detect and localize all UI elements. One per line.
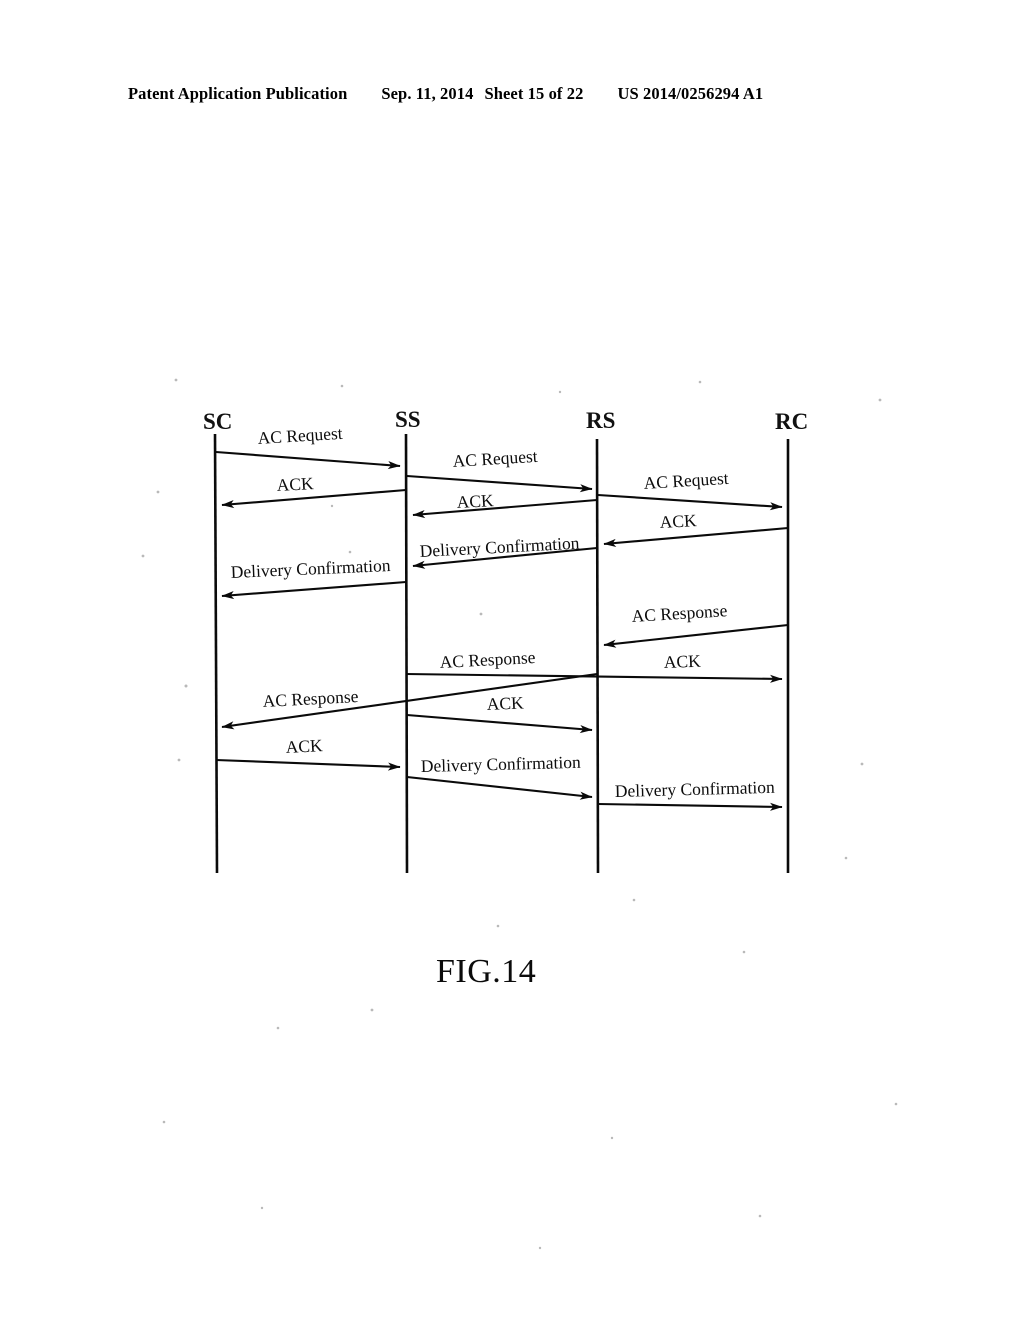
- message-label-10: AC Response: [439, 647, 536, 672]
- message-label-7: ACK: [659, 510, 697, 532]
- message-arrow-15: [597, 802, 783, 811]
- lifeline-label-rs: RS: [586, 408, 615, 433]
- message-arrow-14: [406, 775, 593, 800]
- lifeline-label-sc: SC: [203, 409, 232, 434]
- message-labels-group: AC Request ACK Delivery Confirmation AC …: [230, 423, 775, 801]
- message-arrow-4: [412, 498, 598, 519]
- message-label-4: ACK: [456, 490, 494, 512]
- message-label-3: AC Request: [452, 446, 538, 471]
- message-arrow-11: [406, 713, 593, 734]
- message-arrow-6: [597, 493, 783, 511]
- message-label-13: ACK: [285, 735, 323, 757]
- lifeline-label-ss: SS: [395, 407, 421, 432]
- message-arrow-8: [603, 623, 789, 648]
- message-arrow-2: [221, 580, 407, 600]
- message-label-9: ACK: [663, 651, 701, 672]
- message-arrow-3: [406, 474, 593, 493]
- message-label-11: ACK: [486, 692, 524, 714]
- message-label-8: AC Response: [631, 600, 728, 626]
- message-label-6: AC Request: [643, 468, 729, 493]
- message-label-15: Delivery Confirmation: [615, 777, 776, 801]
- message-label-14: Delivery Confirmation: [421, 752, 582, 776]
- message-label-0: AC Request: [257, 423, 343, 448]
- lifeline-rs: [595, 438, 600, 874]
- message-label-12: AC Response: [262, 686, 359, 711]
- lifeline-label-rc: RC: [775, 409, 808, 434]
- message-arrow-0: [215, 450, 401, 470]
- scan-noise: [141, 378, 898, 1250]
- figure-caption: FIG.14: [436, 953, 536, 990]
- figure-14-sequence-diagram: SC SS RS RC AC Request ACK Delivery Conf…: [0, 0, 1024, 1320]
- lifeline-ss: [404, 433, 409, 874]
- patent-page: Patent Application Publication Sep. 11, …: [0, 0, 1024, 1320]
- message-label-5: Delivery Confirmation: [419, 533, 580, 561]
- message-label-1: ACK: [276, 473, 314, 495]
- message-arrow-13: [215, 758, 401, 771]
- message-label-2: Delivery Confirmation: [230, 555, 391, 582]
- message-arrow-7: [603, 526, 789, 548]
- lifeline-sc: [213, 433, 219, 874]
